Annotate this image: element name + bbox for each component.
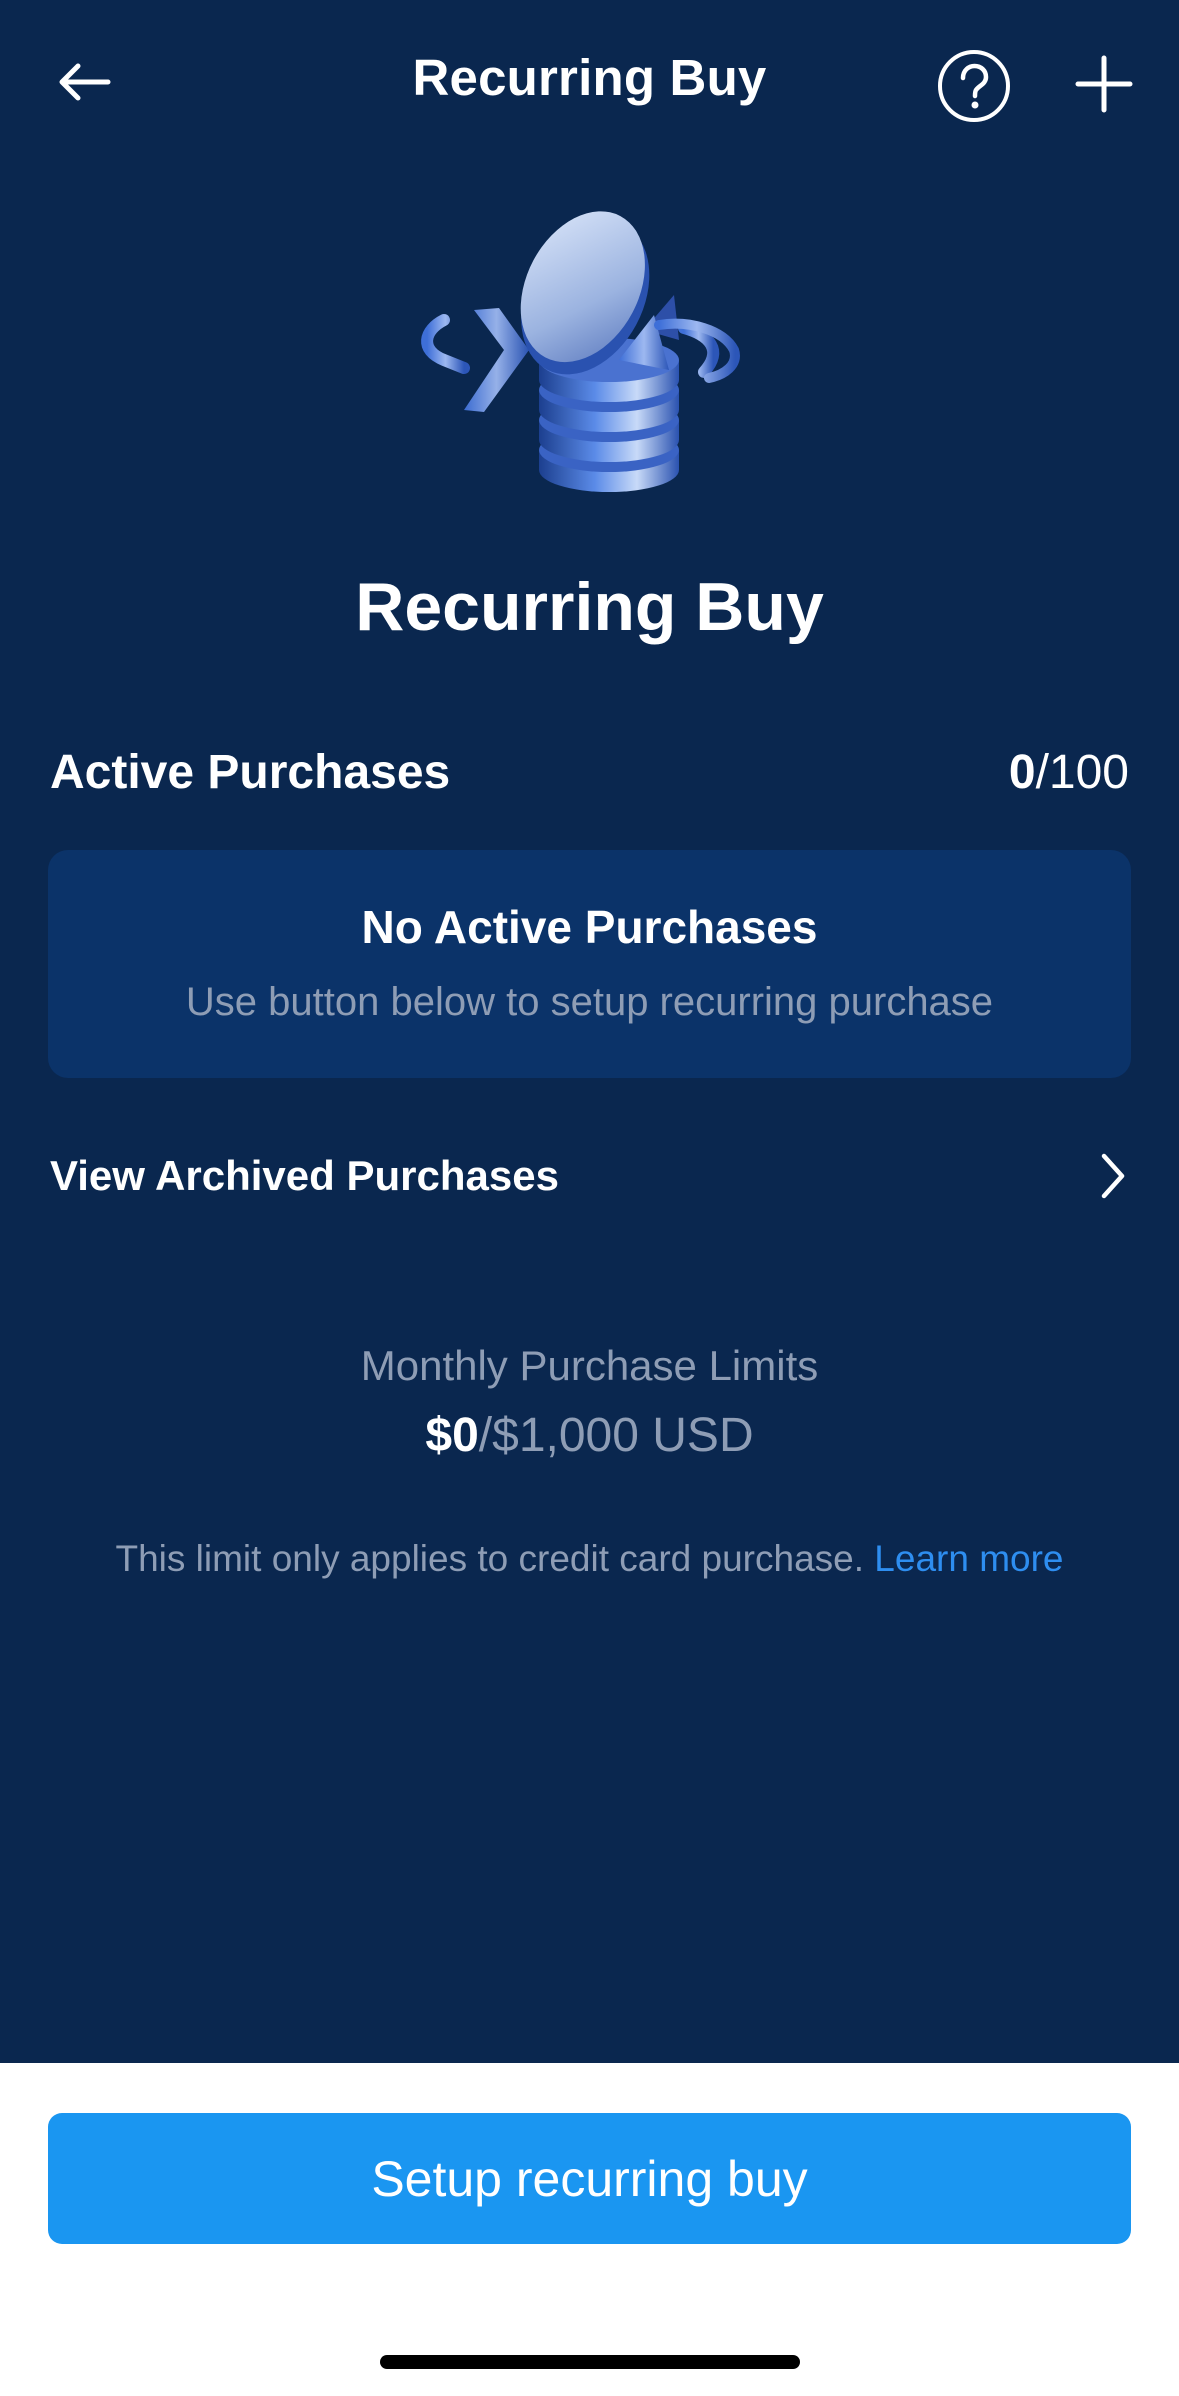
coin-stack-illustration bbox=[404, 200, 784, 500]
monthly-limits-label: Monthly Purchase Limits bbox=[360, 1342, 819, 1389]
active-purchases-label: Active Purchases bbox=[50, 745, 451, 799]
question-circle-icon bbox=[938, 50, 1010, 122]
limits-total: /$1,000 USD bbox=[478, 1409, 754, 1462]
top-nav-bar: Recurring Buy bbox=[0, 0, 1179, 170]
active-count-max: /100 bbox=[1035, 745, 1129, 799]
view-archived-label: View Archived Purchases bbox=[50, 1152, 559, 1199]
active-purchases-count: 0/100 bbox=[1009, 745, 1129, 800]
view-archived-purchases-row[interactable]: View Archived Purchases bbox=[50, 1144, 1143, 1208]
active-count-current: 0 bbox=[1008, 745, 1036, 799]
monthly-limits-value: $0/$1,000 USD bbox=[0, 1408, 1179, 1463]
empty-state-title: No Active Purchases bbox=[361, 901, 818, 953]
limit-note: This limit only applies to credit card p… bbox=[0, 1538, 1179, 1580]
coin-stack-with-arrows-icon bbox=[421, 211, 740, 492]
home-indicator bbox=[380, 2355, 800, 2369]
active-purchases-row: Active Purchases 0/100 bbox=[50, 742, 1129, 802]
recurring-buy-screen: Recurring Buy Recurring Buy Active Purch… bbox=[0, 0, 1179, 2063]
add-button[interactable] bbox=[1064, 44, 1144, 124]
limits-used: $0 bbox=[425, 1409, 479, 1462]
empty-state-card: No Active Purchases Use button below to … bbox=[48, 850, 1131, 1078]
empty-state-subtitle: Use button below to setup recurring purc… bbox=[185, 980, 994, 1024]
plus-icon bbox=[1075, 55, 1133, 113]
limit-note-text: This limit only applies to credit card p… bbox=[115, 1538, 865, 1579]
chevron-right-icon bbox=[1083, 1146, 1143, 1206]
learn-more-link[interactable]: Learn more bbox=[874, 1538, 1063, 1579]
hero-title: Recurring Buy bbox=[355, 569, 824, 645]
help-button[interactable] bbox=[934, 46, 1014, 126]
setup-recurring-buy-button[interactable]: Setup recurring buy bbox=[48, 2113, 1131, 2244]
